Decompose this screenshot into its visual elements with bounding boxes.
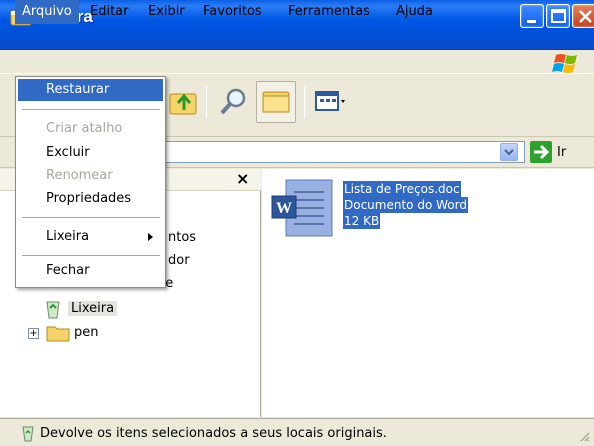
status-text: Devolve os itens selecionados a seus loc… [40, 426, 387, 441]
file-name-label[interactable]: Lista de Preços.doc [343, 181, 461, 197]
go-arrow-icon[interactable] [530, 141, 552, 163]
folders-button[interactable] [256, 81, 296, 123]
menu-item-lixeira[interactable]: Lixeira [18, 226, 163, 248]
menu-bar [0, 50, 594, 74]
minimize-icon [527, 20, 536, 23]
tree-item-documents[interactable]: ntos [168, 230, 196, 245]
tree-item-computer[interactable]: dor [168, 253, 190, 268]
menu-ferramentas[interactable]: Ferramentas [281, 0, 377, 24]
menu-item-excluir[interactable]: Excluir [18, 142, 163, 164]
menu-item-restaurar[interactable]: Restaurar [18, 79, 163, 101]
address-input[interactable] [160, 141, 525, 163]
word-document-icon[interactable]: W [270, 178, 336, 240]
svg-text:W: W [276, 200, 292, 217]
resize-grip-icon[interactable] [578, 430, 590, 442]
chevron-down-icon [504, 149, 514, 156]
address-dropdown-button[interactable] [500, 143, 518, 161]
file-type-label: Documento do Word [343, 197, 468, 213]
menu-separator [22, 109, 160, 110]
menu-editar[interactable]: Editar [83, 0, 136, 24]
minimize-button[interactable] [520, 4, 544, 28]
views-icon[interactable] [314, 84, 350, 120]
toolbar-separator [304, 86, 305, 118]
expand-toggle[interactable]: + [28, 328, 39, 339]
menu-item-criar-atalho[interactable]: Criar atalho [18, 118, 163, 140]
menu-arquivo[interactable]: Arquivo [15, 0, 79, 24]
menu-item-propriedades[interactable]: Propriedades [18, 188, 163, 210]
menu-item-renomear[interactable]: Renomear [18, 165, 163, 187]
maximize-button[interactable] [546, 4, 570, 28]
maximize-icon [551, 9, 566, 23]
menu-separator [22, 217, 160, 218]
folder-icon [46, 326, 70, 342]
menu-ajuda[interactable]: Ajuda [389, 0, 440, 24]
toolbar-separator [206, 86, 207, 118]
up-folder-icon[interactable] [166, 84, 202, 120]
tree-item-pen[interactable]: pen [74, 325, 99, 340]
close-pane-button[interactable]: × [236, 169, 249, 188]
file-size-label: 12 KB [343, 213, 381, 229]
tree-item-lixeira[interactable]: Lixeira [68, 301, 118, 316]
menu-separator [22, 255, 160, 256]
recycle-bin-icon [46, 301, 60, 319]
recycle-bin-icon [22, 426, 34, 442]
menu-exibir[interactable]: Exibir [141, 0, 192, 24]
search-icon[interactable] [216, 84, 252, 120]
close-button[interactable] [572, 4, 594, 28]
go-button-label[interactable]: Ir [557, 145, 566, 160]
menu-item-fechar[interactable]: Fechar [18, 260, 163, 282]
close-icon [579, 10, 592, 23]
folders-icon [262, 91, 290, 113]
menu-favoritos[interactable]: Favoritos [196, 0, 269, 24]
windows-logo-icon [552, 54, 577, 73]
submenu-arrow-icon [148, 233, 153, 241]
